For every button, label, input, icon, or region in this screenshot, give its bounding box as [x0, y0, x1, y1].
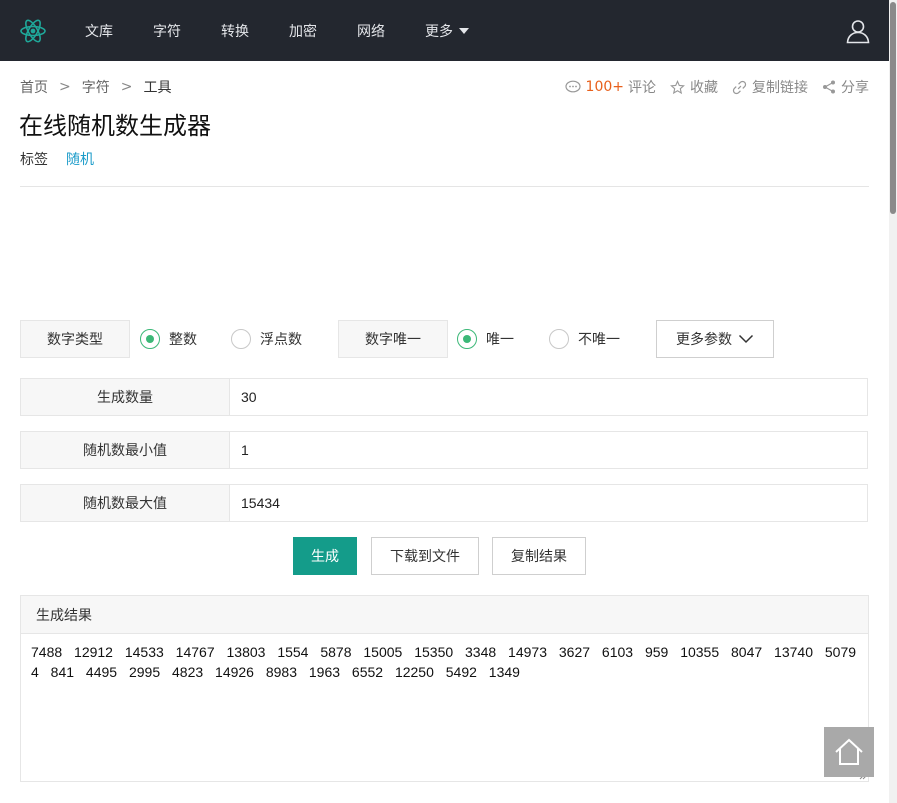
- breadcrumb-home[interactable]: 首页: [20, 77, 48, 97]
- radio-float-label: 浮点数: [260, 332, 302, 348]
- radio-not-unique-label: 不唯一: [578, 332, 620, 348]
- count-label: 生成数量: [21, 379, 230, 415]
- comments-count: 100+: [585, 79, 624, 95]
- top-nav-bar: 文库 字符 转换 加密 网络 更多: [0, 0, 889, 61]
- comments-button[interactable]: 100+ 评论: [564, 77, 656, 97]
- generate-button[interactable]: 生成: [293, 537, 357, 575]
- copy-link-button[interactable]: 复制链接: [732, 77, 808, 97]
- share-label: 分享: [841, 80, 869, 96]
- radio-unique[interactable]: 唯一: [457, 329, 514, 349]
- copy-result-button[interactable]: 复制结果: [492, 537, 586, 575]
- comment-icon: [564, 80, 581, 93]
- radio-unchecked-icon: [231, 329, 251, 349]
- caret-down-icon: [459, 27, 469, 34]
- radio-checked-icon: [457, 329, 477, 349]
- result-panel: 生成结果 7488 12912 14533 14767 13803 1554 5…: [20, 595, 869, 782]
- nav-item-more[interactable]: 更多: [425, 21, 469, 41]
- breadcrumb-separator: >: [59, 79, 71, 95]
- comments-label: 评论: [628, 80, 656, 96]
- radio-checked-icon: [140, 329, 160, 349]
- radio-float[interactable]: 浮点数: [231, 329, 302, 349]
- breadcrumb-characters[interactable]: 字符: [82, 77, 110, 97]
- result-header: 生成结果: [21, 596, 868, 634]
- page-actions: 100+ 评论 收藏 复制链接 分享: [551, 77, 869, 97]
- divider: [20, 186, 869, 187]
- link-icon: [732, 80, 747, 94]
- min-field-row: 随机数最小值 1: [20, 431, 868, 469]
- vertical-scrollbar[interactable]: [889, 0, 897, 803]
- favorite-label: 收藏: [690, 80, 718, 96]
- share-button[interactable]: 分享: [822, 77, 869, 97]
- home-icon: [835, 738, 863, 765]
- nav-item-convert[interactable]: 转换: [221, 21, 249, 41]
- scrollbar-thumb[interactable]: [890, 2, 896, 214]
- result-textarea[interactable]: 7488 12912 14533 14767 13803 1554 5878 1…: [21, 634, 868, 781]
- star-icon: [670, 79, 685, 94]
- nav-item-encrypt[interactable]: 加密: [289, 21, 317, 41]
- breadcrumb: 首页 > 字符 > 工具: [20, 77, 171, 97]
- back-to-top-button[interactable]: [824, 727, 874, 777]
- breadcrumb-separator: >: [120, 79, 133, 95]
- nav-more-label: 更多: [425, 23, 453, 40]
- breadcrumb-tools[interactable]: 工具: [143, 77, 171, 97]
- favorite-button[interactable]: 收藏: [670, 77, 718, 97]
- more-params-button[interactable]: 更多参数: [656, 320, 774, 358]
- radio-not-unique[interactable]: 不唯一: [549, 329, 620, 349]
- user-icon[interactable]: [845, 18, 871, 44]
- page-title: 在线随机数生成器: [19, 112, 211, 140]
- nav-item-library[interactable]: 文库: [85, 21, 113, 41]
- main-nav: 文库 字符 转换 加密 网络 更多: [85, 0, 509, 61]
- share-icon: [823, 80, 835, 94]
- radio-unique-label: 唯一: [486, 332, 514, 348]
- radio-integer[interactable]: 整数: [140, 329, 197, 349]
- tag-random[interactable]: 随机: [66, 149, 94, 169]
- tags-label: 标签: [20, 152, 48, 168]
- min-label: 随机数最小值: [21, 432, 230, 468]
- nav-item-characters[interactable]: 字符: [153, 21, 181, 41]
- atom-logo-icon[interactable]: [19, 17, 47, 45]
- copy-link-label: 复制链接: [752, 80, 808, 96]
- tag-list: 标签 随机: [20, 149, 94, 169]
- radio-unchecked-icon: [549, 329, 569, 349]
- more-params-label: 更多参数: [676, 332, 732, 348]
- nav-item-network[interactable]: 网络: [357, 21, 385, 41]
- chevron-down-icon: [738, 334, 754, 344]
- radio-integer-label: 整数: [169, 332, 197, 348]
- unique-label: 数字唯一: [338, 320, 448, 358]
- download-button[interactable]: 下载到文件: [371, 537, 479, 575]
- number-type-label: 数字类型: [20, 320, 130, 358]
- max-label: 随机数最大值: [21, 485, 230, 521]
- count-input[interactable]: 30: [230, 379, 867, 415]
- max-field-row: 随机数最大值 15434: [20, 484, 868, 522]
- min-input[interactable]: 1: [230, 432, 867, 468]
- count-field-row: 生成数量 30: [20, 378, 868, 416]
- max-input[interactable]: 15434: [230, 485, 867, 521]
